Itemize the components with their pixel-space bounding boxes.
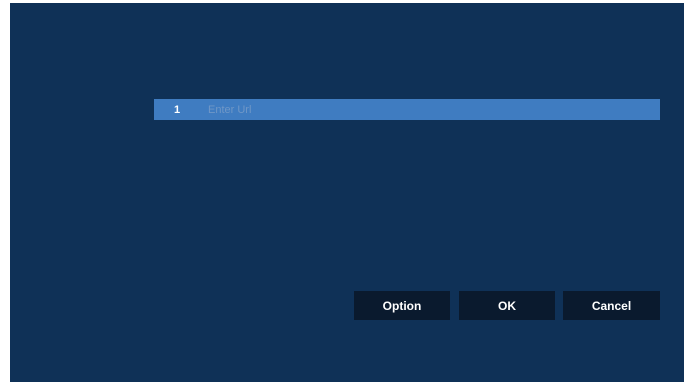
- option-button[interactable]: Option: [354, 291, 450, 320]
- cancel-button[interactable]: Cancel: [563, 291, 660, 320]
- url-input[interactable]: [196, 99, 660, 120]
- url-settings-screen: 1 Option OK Cancel: [0, 0, 695, 385]
- ok-button[interactable]: OK: [459, 291, 555, 320]
- url-settings-panel: [10, 3, 684, 382]
- url-row-index: 1: [174, 103, 181, 116]
- url-list-row-selected[interactable]: 1: [154, 99, 660, 120]
